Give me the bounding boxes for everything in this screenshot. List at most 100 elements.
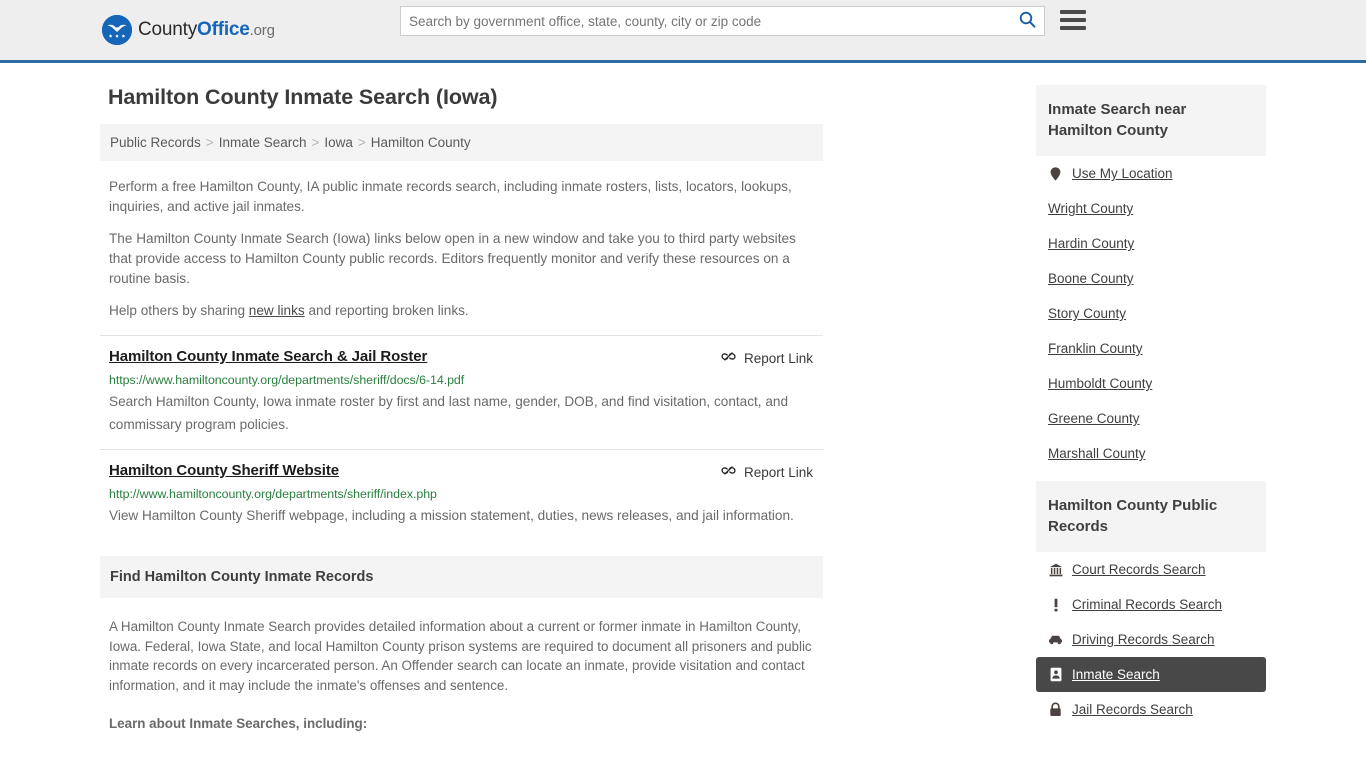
breadcrumb-item-public-records[interactable]: Public Records bbox=[110, 135, 201, 150]
map-pin-icon bbox=[1048, 166, 1063, 181]
search-icon bbox=[1019, 11, 1036, 31]
sidebar-item-label: Story County bbox=[1048, 306, 1127, 321]
broken-link-icon bbox=[721, 463, 736, 481]
sidebar-item-criminal-records-search[interactable]: Criminal Records Search bbox=[1036, 587, 1266, 622]
section-body: A Hamilton County Inmate Search provides… bbox=[100, 617, 823, 734]
sidebar-near-list: Use My Location Wright County Hardin Cou… bbox=[1036, 156, 1266, 471]
sidebar-item-label: Wright County bbox=[1048, 201, 1134, 216]
intro-paragraph-2: The Hamilton County Inmate Search (Iowa)… bbox=[109, 231, 796, 286]
brand-text-county: County bbox=[138, 19, 198, 40]
intro-p3-before: Help others by sharing bbox=[109, 303, 249, 318]
report-link-button[interactable]: Report Link bbox=[721, 463, 813, 481]
hamburger-menu-icon bbox=[1060, 26, 1086, 30]
sidebar-item-label: Driving Records Search bbox=[1072, 632, 1215, 647]
intro-text: Perform a free Hamilton County, IA publi… bbox=[100, 177, 823, 321]
sidebar-item-greene-county[interactable]: Greene County bbox=[1036, 401, 1266, 436]
list-item: Jail Records Search bbox=[1036, 692, 1266, 727]
list-item: Hardin County bbox=[1036, 226, 1266, 261]
results-list: Hamilton County Inmate Search & Jail Ros… bbox=[100, 335, 823, 527]
list-item: Use My Location bbox=[1036, 156, 1266, 191]
brand-text: CountyOffice.org bbox=[138, 19, 275, 41]
search-button[interactable] bbox=[1010, 7, 1044, 35]
list-item: Inmate Search bbox=[1036, 657, 1266, 692]
result-header: Hamilton County Sheriff Website Report L… bbox=[109, 462, 813, 481]
breadcrumb-separator: > bbox=[357, 135, 366, 150]
result-url[interactable]: https://www.hamiltoncounty.org/departmen… bbox=[109, 373, 813, 387]
main-content: Hamilton County Inmate Search (Iowa) Pub… bbox=[100, 85, 823, 734]
result-header: Hamilton County Inmate Search & Jail Ros… bbox=[109, 348, 813, 367]
sidebar-item-hardin-county[interactable]: Hardin County bbox=[1036, 226, 1266, 261]
search-input[interactable] bbox=[401, 7, 1010, 35]
result-item: Hamilton County Inmate Search & Jail Ros… bbox=[100, 335, 823, 436]
list-item: Franklin County bbox=[1036, 331, 1266, 366]
result-title-link[interactable]: Hamilton County Sheriff Website bbox=[109, 462, 339, 479]
list-item: Humboldt County bbox=[1036, 366, 1266, 401]
eagle-shield-icon bbox=[102, 15, 132, 45]
header-inner: CountyOffice.org bbox=[100, 0, 1266, 60]
exclamation-icon bbox=[1048, 598, 1063, 612]
intro-paragraph-3: Help others by sharing new links and rep… bbox=[100, 301, 823, 321]
sidebar: Inmate Search near Hamilton County Use M… bbox=[1036, 85, 1266, 737]
sidebar-item-label: Marshall County bbox=[1048, 446, 1146, 461]
list-item: Criminal Records Search bbox=[1036, 587, 1266, 622]
list-item: Wright County bbox=[1036, 191, 1266, 226]
sidebar-item-story-county[interactable]: Story County bbox=[1036, 296, 1266, 331]
sidebar-item-label: Hardin County bbox=[1048, 236, 1135, 251]
sidebar-item-label: Use My Location bbox=[1072, 166, 1173, 181]
sidebar-item-label: Court Records Search bbox=[1072, 562, 1206, 577]
sidebar-item-driving-records-search[interactable]: Driving Records Search bbox=[1036, 622, 1266, 657]
sidebar-item-use-my-location[interactable]: Use My Location bbox=[1036, 156, 1266, 191]
report-link-label: Report Link bbox=[743, 464, 813, 480]
hamburger-menu-button[interactable] bbox=[1058, 6, 1088, 34]
list-item: Court Records Search bbox=[1036, 552, 1266, 587]
search-bar bbox=[400, 6, 1045, 36]
result-description: View Hamilton County Sheriff webpage, in… bbox=[109, 508, 794, 523]
sidebar-item-wright-county[interactable]: Wright County bbox=[1036, 191, 1266, 226]
section-paragraph: A Hamilton County Inmate Search provides… bbox=[109, 619, 812, 693]
sidebar-item-court-records-search[interactable]: Court Records Search bbox=[1036, 552, 1266, 587]
new-links-link[interactable]: new links bbox=[249, 303, 305, 318]
sidebar-item-label: Jail Records Search bbox=[1072, 702, 1193, 717]
breadcrumb-item-hamilton-county[interactable]: Hamilton County bbox=[371, 135, 471, 150]
sidebar-public-records-list: Court Records Search Criminal Records Se… bbox=[1036, 552, 1266, 727]
breadcrumb-item-iowa[interactable]: Iowa bbox=[324, 135, 353, 150]
sidebar-item-inmate-search[interactable]: Inmate Search bbox=[1036, 657, 1266, 692]
sidebar-item-boone-county[interactable]: Boone County bbox=[1036, 261, 1266, 296]
lock-icon bbox=[1048, 702, 1063, 717]
car-icon bbox=[1048, 634, 1063, 645]
sidebar-item-label: Humboldt County bbox=[1048, 376, 1153, 391]
list-item: Story County bbox=[1036, 296, 1266, 331]
section-heading: Find Hamilton County Inmate Records bbox=[100, 556, 823, 598]
sidebar-item-marshall-county[interactable]: Marshall County bbox=[1036, 436, 1266, 471]
breadcrumb-item-inmate-search[interactable]: Inmate Search bbox=[219, 135, 307, 150]
breadcrumb-separator: > bbox=[205, 135, 214, 150]
hamburger-menu-icon bbox=[1060, 18, 1086, 22]
sidebar-item-label: Boone County bbox=[1048, 271, 1134, 286]
sidebar-item-humboldt-county[interactable]: Humboldt County bbox=[1036, 366, 1266, 401]
breadcrumb: Public Records > Inmate Search > Iowa > Hamilt… bbox=[100, 124, 823, 161]
sidebar-public-records-box: Hamilton County Public Records Court Rec… bbox=[1036, 481, 1266, 727]
sidebar-item-label: Greene County bbox=[1048, 411, 1140, 426]
sidebar-near-box: Inmate Search near Hamilton County Use M… bbox=[1036, 85, 1266, 471]
sidebar-near-heading: Inmate Search near Hamilton County bbox=[1036, 85, 1266, 156]
sidebar-item-franklin-county[interactable]: Franklin County bbox=[1036, 331, 1266, 366]
report-link-button[interactable]: Report Link bbox=[721, 349, 813, 367]
breadcrumb-separator: > bbox=[311, 135, 320, 150]
broken-link-icon bbox=[721, 349, 736, 367]
site-header: CountyOffice.org bbox=[0, 0, 1366, 63]
sidebar-public-records-heading: Hamilton County Public Records bbox=[1036, 481, 1266, 552]
result-title-link[interactable]: Hamilton County Inmate Search & Jail Ros… bbox=[109, 348, 427, 365]
sidebar-item-label: Inmate Search bbox=[1072, 667, 1160, 682]
result-url[interactable]: http://www.hamiltoncounty.org/department… bbox=[109, 487, 813, 501]
find-records-section: Find Hamilton County Inmate Records A Ha… bbox=[100, 556, 823, 734]
intro-paragraph-1: Perform a free Hamilton County, IA publi… bbox=[109, 179, 792, 214]
brand-logo[interactable]: CountyOffice.org bbox=[102, 15, 275, 45]
sidebar-item-jail-records-search[interactable]: Jail Records Search bbox=[1036, 692, 1266, 727]
id-badge-icon bbox=[1048, 667, 1063, 682]
sidebar-item-label: Criminal Records Search bbox=[1072, 597, 1223, 612]
courthouse-icon bbox=[1048, 563, 1063, 577]
sidebar-item-label: Franklin County bbox=[1048, 341, 1143, 356]
intro-p3-after: and reporting broken links. bbox=[304, 303, 469, 318]
brand-text-office: Office bbox=[197, 19, 250, 40]
page-container: Hamilton County Inmate Search (Iowa) Pub… bbox=[100, 63, 1266, 737]
